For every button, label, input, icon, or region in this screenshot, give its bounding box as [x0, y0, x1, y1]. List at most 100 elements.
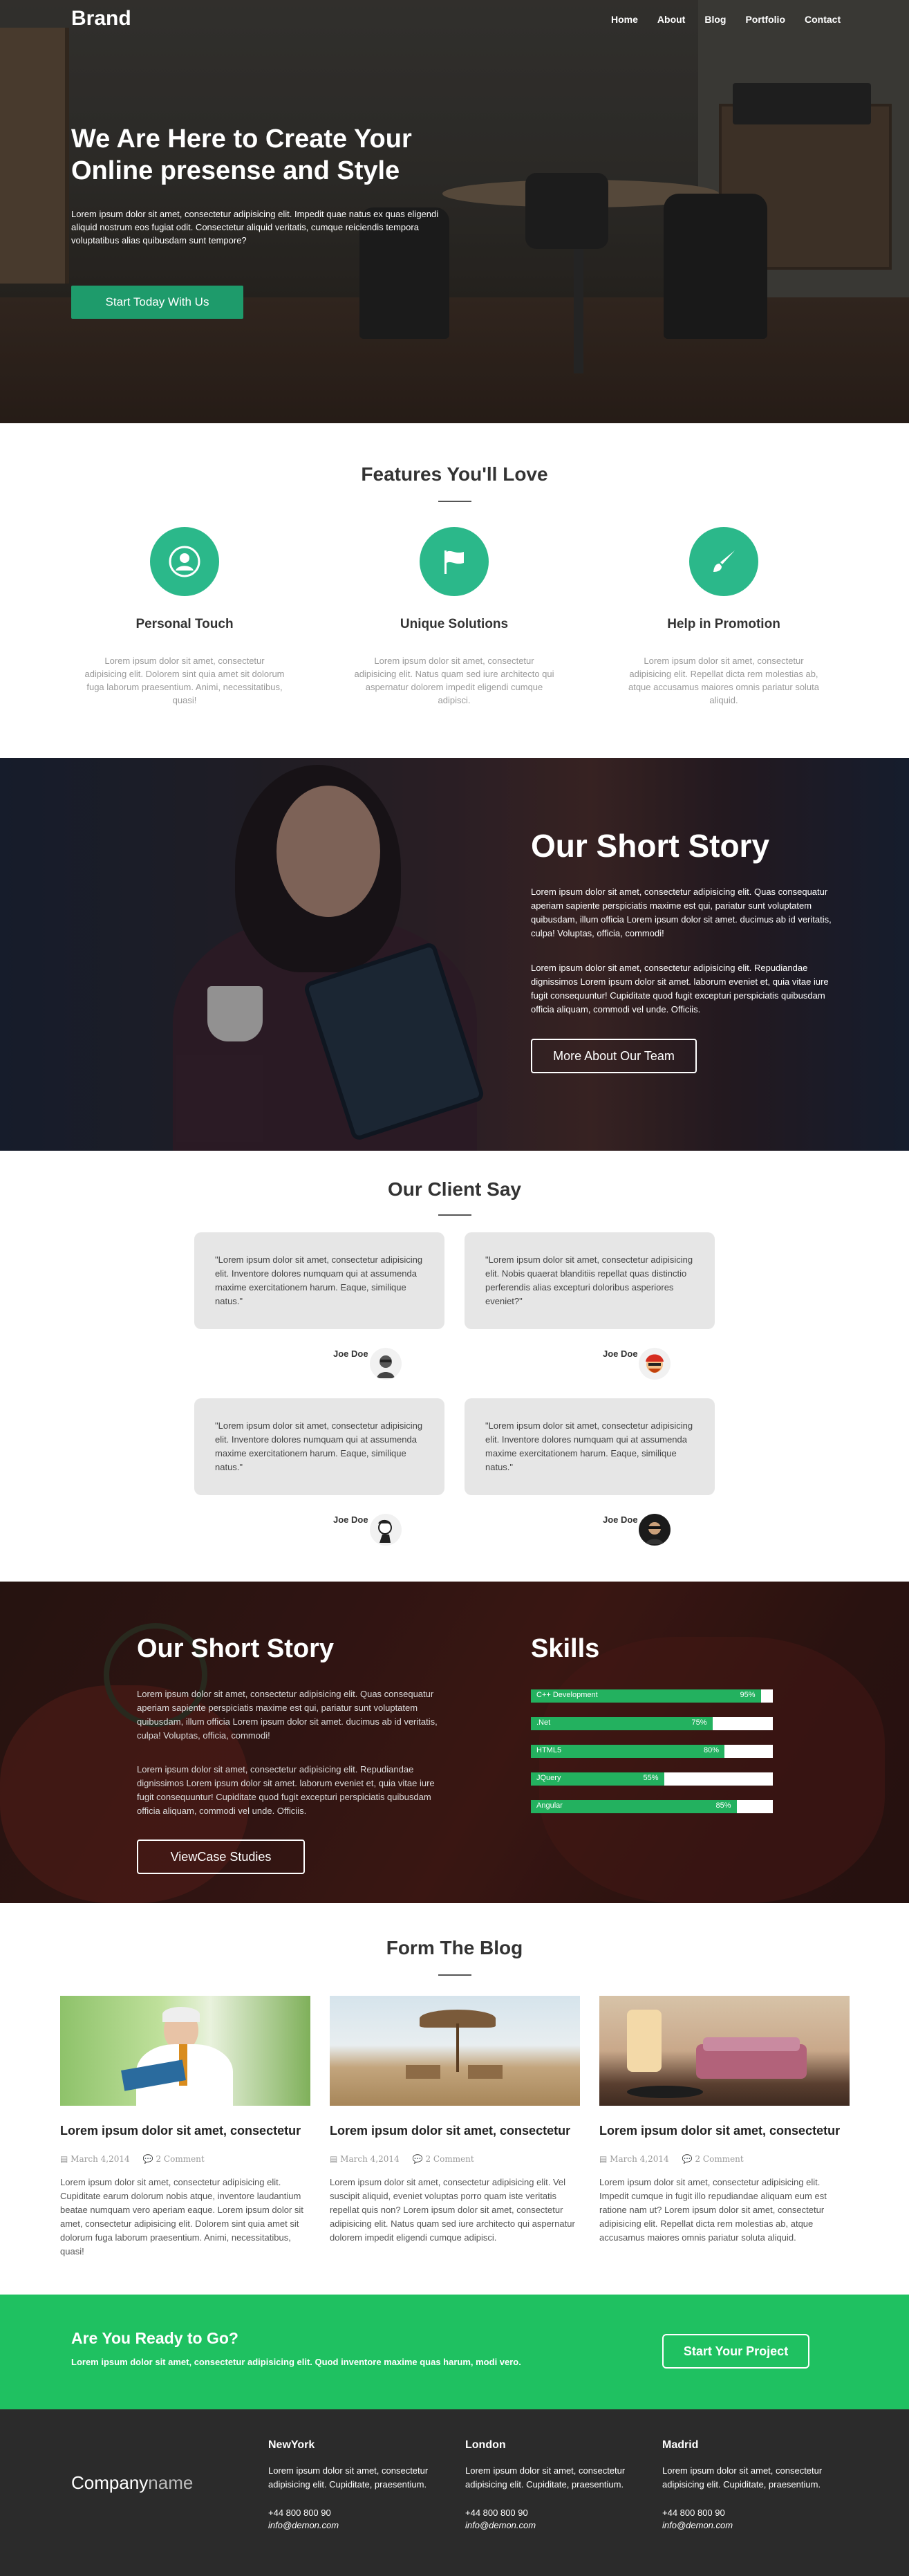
main-nav: Home About Blog Portfolio Contact	[611, 14, 860, 25]
footer-email[interactable]: info@demon.com	[662, 2519, 835, 2532]
blog-post-title[interactable]: Lorem ipsum dolor sit amet, consectetur	[60, 2124, 310, 2138]
testimonial-author: Joe Doe	[603, 1349, 638, 1359]
cta-title: Are You Ready to Go?	[71, 2329, 238, 2347]
cta-section: Are You Ready to Go? Lorem ipsum dolor s…	[0, 2295, 909, 2409]
story2-paragraph: Lorem ipsum dolor sit amet, consectetur …	[137, 1764, 435, 1816]
skill-bar: HTML5 80%	[531, 1745, 773, 1758]
skill-bar: Angular 85%	[531, 1800, 773, 1813]
footer-logo-light: name	[148, 2472, 194, 2493]
blog-post-date: March 4,2014	[610, 2154, 669, 2164]
footer-phone[interactable]: +44 800 800 90	[465, 2507, 638, 2519]
features-title: Features You'll Love	[361, 463, 548, 485]
avatar	[639, 1348, 671, 1380]
blog-post-date: March 4,2014	[71, 2154, 130, 2164]
footer-phone[interactable]: +44 800 800 90	[268, 2507, 441, 2519]
calendar-icon: ▤	[60, 2154, 68, 2164]
footer-city: NewYork	[268, 2439, 315, 2451]
nav-contact[interactable]: Contact	[805, 14, 841, 25]
skill-percent: 95%	[740, 1691, 756, 1699]
footer-logo-main: Company	[71, 2472, 149, 2493]
more-about-team-button[interactable]: More About Our Team	[531, 1039, 697, 1073]
blog-post-title[interactable]: Lorem ipsum dolor sit amet, consectetur	[330, 2124, 580, 2138]
testimonial-author: Joe Doe	[333, 1514, 368, 1525]
footer-text: Lorem ipsum dolor sit amet, consectetur …	[268, 2465, 429, 2490]
skill-name: C++ Development	[536, 1691, 598, 1699]
blog-post-excerpt: Lorem ipsum dolor sit amet, consectetur …	[330, 2177, 575, 2243]
avatar	[639, 1514, 671, 1546]
blog-underline	[438, 1974, 471, 1976]
start-project-button[interactable]: Start Your Project	[662, 2334, 809, 2369]
nav-home[interactable]: Home	[611, 14, 638, 25]
blog-post-image[interactable]	[599, 1996, 850, 2106]
paintbrush-icon	[689, 527, 758, 596]
skill-percent: 55%	[643, 1774, 659, 1782]
footer: Companyname NewYork Lorem ipsum dolor si…	[0, 2409, 909, 2576]
cta-text: Lorem ipsum dolor sit amet, consectetur …	[71, 2357, 521, 2367]
clients-title: Our Client Say	[388, 1178, 521, 1200]
skill-name: .Net	[536, 1718, 551, 1727]
story-section: Our Short Story Lorem ipsum dolor sit am…	[0, 758, 909, 1151]
nav-portfolio[interactable]: Portfolio	[745, 14, 785, 25]
blog-post-date: March 4,2014	[340, 2154, 400, 2164]
feature-title: Personal Touch	[135, 617, 234, 631]
skill-name: Angular	[536, 1801, 563, 1810]
comment-icon: 💬	[142, 2154, 153, 2164]
skill-name: JQuery	[536, 1774, 561, 1782]
avatar	[370, 1514, 402, 1546]
feature-personal-touch: Personal Touch Lorem ipsum dolor sit ame…	[71, 527, 299, 707]
calendar-icon: ▤	[599, 2154, 608, 2164]
footer-text: Lorem ipsum dolor sit amet, consectetur …	[662, 2465, 823, 2490]
footer-phone[interactable]: +44 800 800 90	[662, 2507, 835, 2519]
footer-logo[interactable]: Companyname	[71, 2472, 193, 2494]
story2-paragraph: Lorem ipsum dolor sit amet, consectetur …	[137, 1689, 438, 1741]
blog-post-comments[interactable]: 2 Comment	[425, 2154, 474, 2164]
feature-help-promotion: Help in Promotion Lorem ipsum dolor sit …	[610, 527, 838, 707]
blog-post-excerpt: Lorem ipsum dolor sit amet, consectetur …	[60, 2177, 303, 2257]
story-overlay	[0, 758, 909, 1151]
testimonial-card: "Lorem ipsum dolor sit amet, consectetur…	[465, 1398, 715, 1495]
testimonial-card: "Lorem ipsum dolor sit amet, consectetur…	[194, 1398, 444, 1495]
brand-logo[interactable]: Brand	[71, 7, 131, 30]
calendar-icon: ▤	[330, 2154, 338, 2164]
nav-about[interactable]: About	[657, 14, 685, 25]
skills-title: Skills	[531, 1634, 600, 1663]
feature-text: Lorem ipsum dolor sit amet, consectetur …	[628, 656, 820, 705]
story-title: Our Short Story	[531, 828, 770, 864]
blog-title: Form The Blog	[386, 1937, 523, 1958]
blog-post-excerpt: Lorem ipsum dolor sit amet, consectetur …	[599, 2177, 827, 2243]
feature-text: Lorem ipsum dolor sit amet, consectetur …	[354, 656, 554, 705]
nav-blog[interactable]: Blog	[704, 14, 726, 25]
feature-unique-solutions: Unique Solutions Lorem ipsum dolor sit a…	[340, 527, 568, 707]
footer-office-madrid: Madrid Lorem ipsum dolor sit amet, conse…	[662, 2439, 835, 2532]
blog-post-meta: ▤ March 4,2014 💬 2 Comment	[60, 2154, 205, 2164]
footer-city: Madrid	[662, 2439, 699, 2451]
flag-icon	[420, 527, 489, 596]
start-today-button[interactable]: Start Today With Us	[71, 286, 243, 319]
user-icon	[150, 527, 219, 596]
blog-post-meta: ▤ March 4,2014 💬 2 Comment	[599, 2154, 744, 2164]
hero-section: Brand Home About Blog Portfolio Contact …	[0, 0, 909, 423]
testimonial-author: Joe Doe	[603, 1514, 638, 1525]
footer-email[interactable]: info@demon.com	[465, 2519, 638, 2532]
testimonial-card: "Lorem ipsum dolor sit amet, consectetur…	[465, 1232, 715, 1329]
blog-post-image[interactable]	[330, 1996, 580, 2106]
feature-title: Unique Solutions	[400, 617, 509, 631]
view-case-studies-button[interactable]: ViewCase Studies	[137, 1840, 305, 1874]
comment-icon: 💬	[412, 2154, 423, 2164]
footer-email[interactable]: info@demon.com	[268, 2519, 441, 2532]
skill-bar: JQuery 55%	[531, 1772, 773, 1786]
hero-title: We Are Here to Create Your Online presen…	[71, 124, 412, 185]
skill-bar-fill	[531, 1717, 713, 1730]
skill-bar: C++ Development 95%	[531, 1689, 773, 1703]
footer-text: Lorem ipsum dolor sit amet, consectetur …	[465, 2465, 626, 2490]
clients-underline	[438, 1214, 471, 1216]
avatar	[370, 1348, 402, 1380]
story2-title: Our Short Story	[137, 1634, 335, 1663]
feature-text: Lorem ipsum dolor sit amet, consectetur …	[84, 656, 285, 705]
skill-bar: .Net 75%	[531, 1717, 773, 1730]
skill-name: HTML5	[536, 1746, 562, 1754]
blog-post-comments[interactable]: 2 Comment	[156, 2154, 204, 2164]
blog-post-comments[interactable]: 2 Comment	[695, 2154, 743, 2164]
blog-post-title[interactable]: Lorem ipsum dolor sit amet, consectetur	[599, 2124, 850, 2138]
blog-post-image[interactable]	[60, 1996, 310, 2106]
